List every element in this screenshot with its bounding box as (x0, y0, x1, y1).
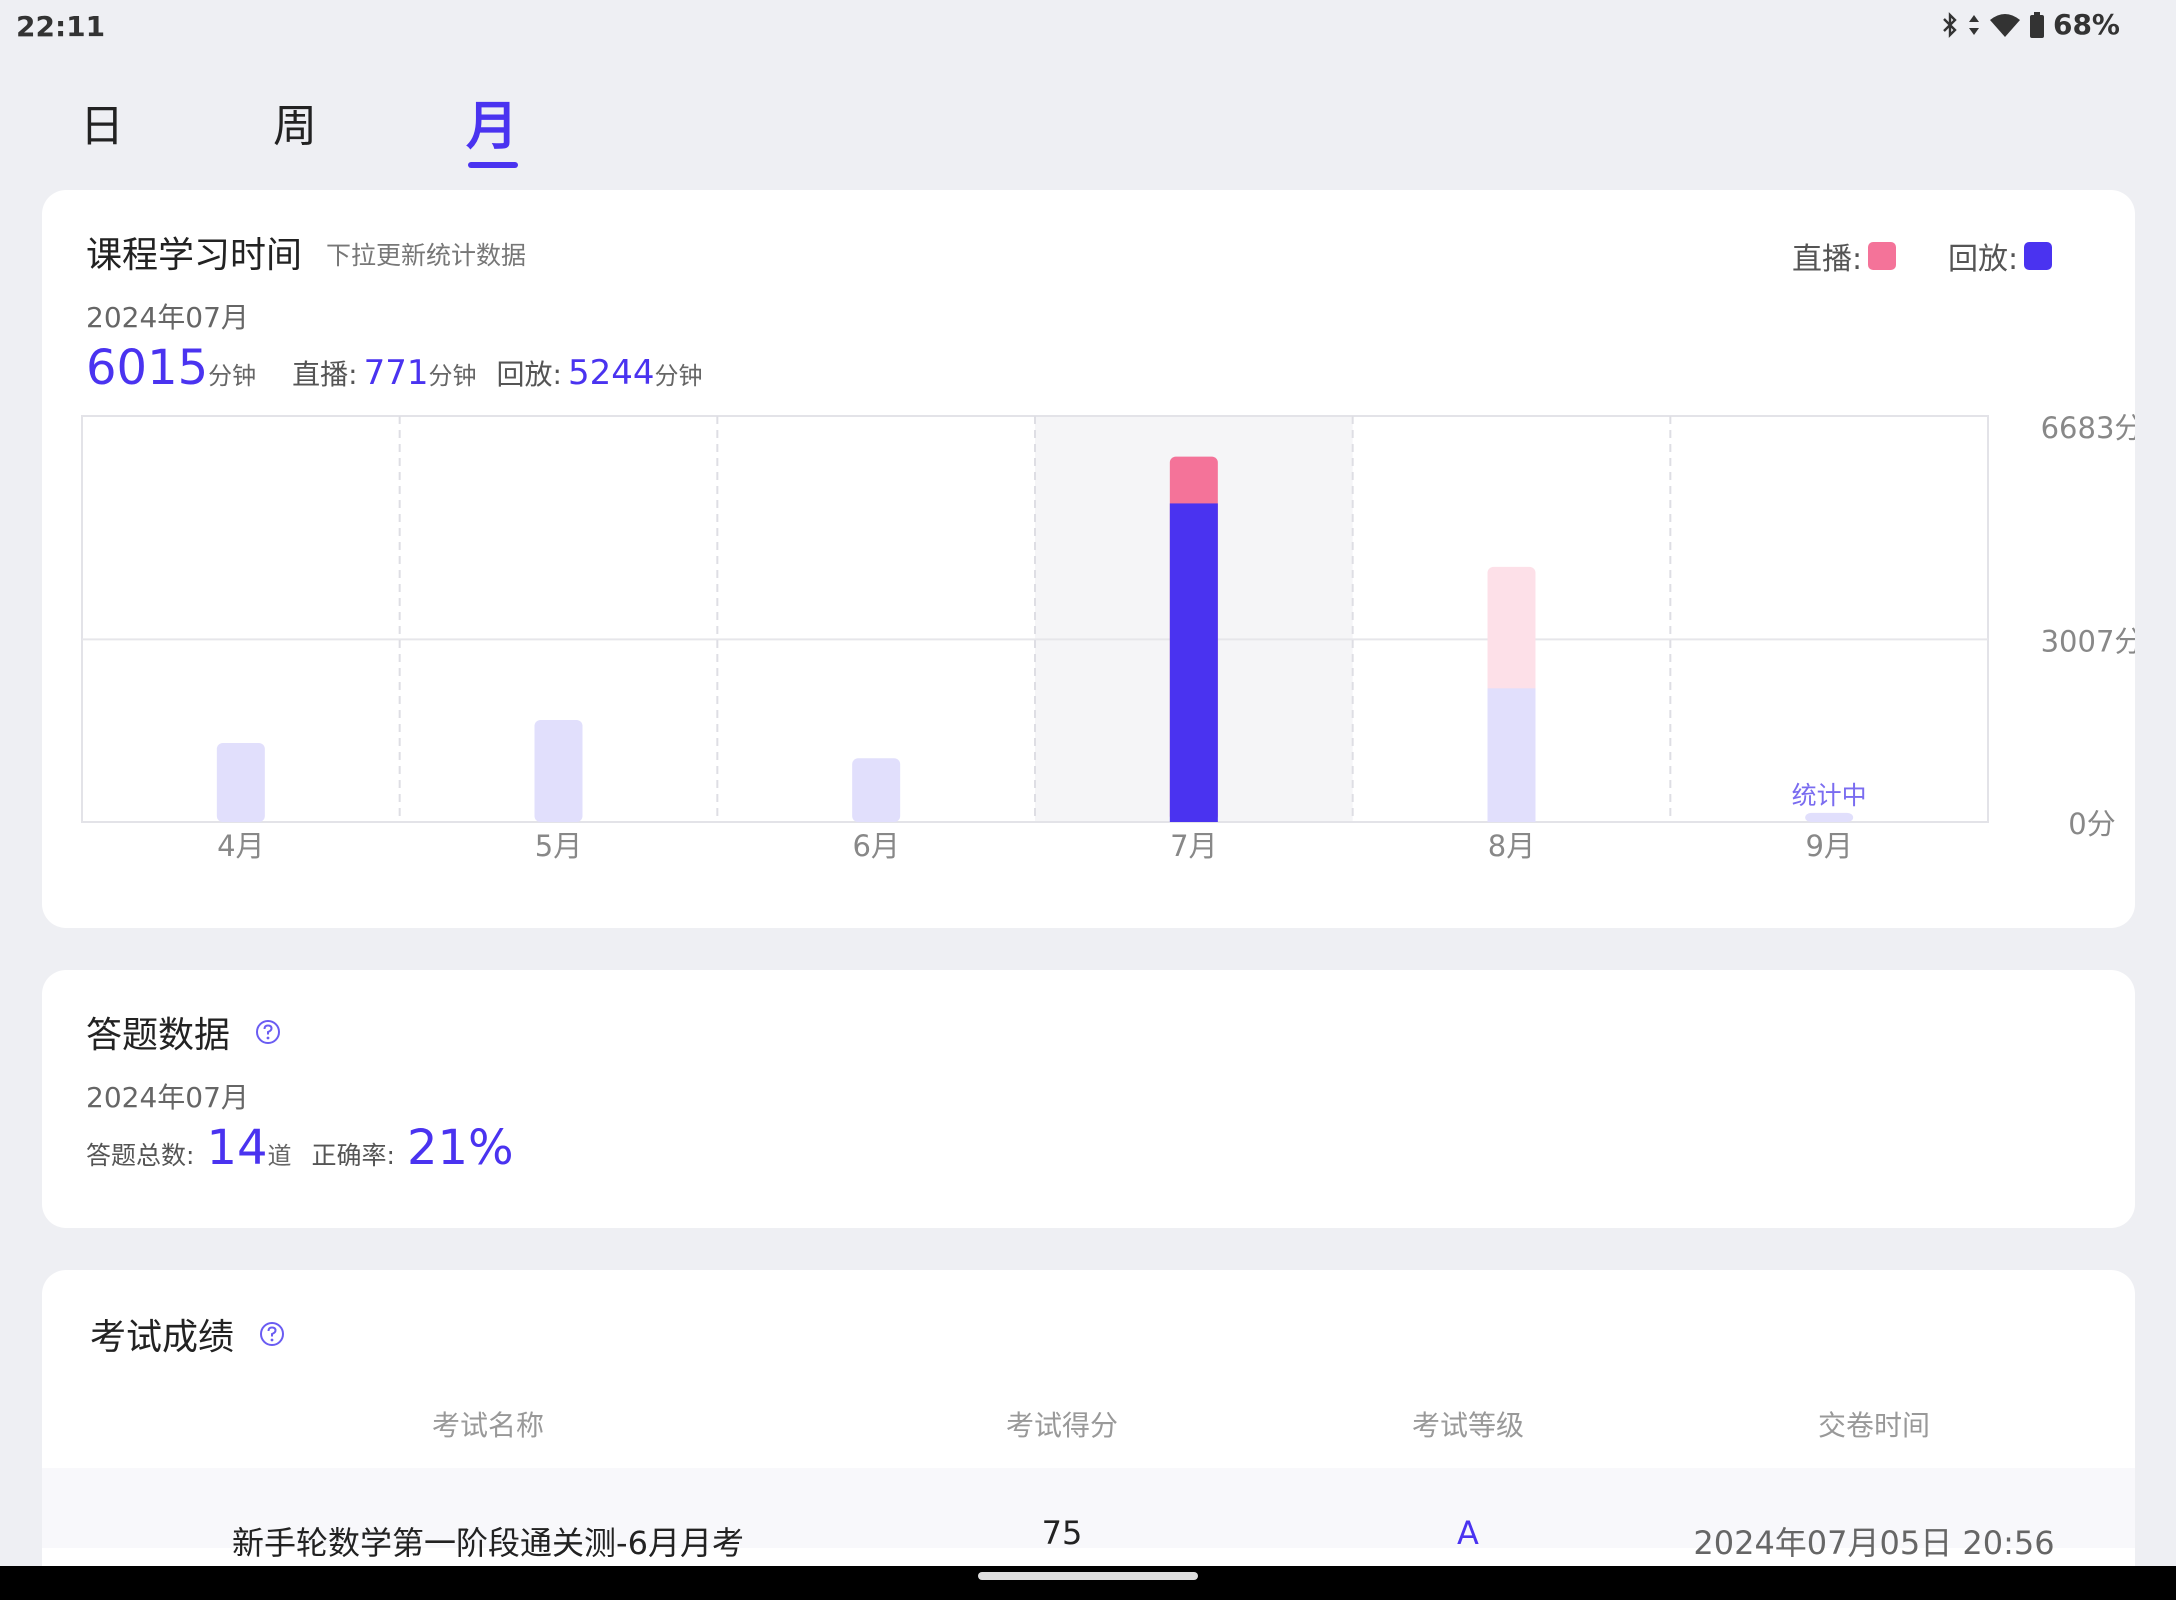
pending-annotation: 统计中 (1792, 781, 1867, 810)
study-time-card: 课程学习时间 下拉更新统计数据 直播: 回放: 2024年07月 6015 分钟… (42, 190, 2135, 928)
y-tick-label: 6683分 (2041, 411, 2135, 445)
x-tick-label: 9月 (1805, 829, 1852, 863)
exams-help-icon[interactable] (258, 1320, 286, 1352)
answers-accuracy-value: 21% (406, 1120, 514, 1176)
bar-replay (852, 758, 901, 822)
study-bar-chart[interactable]: 6683分 3007分 0分 4月 5月 6月 7月 8月 9月 统计中 (42, 190, 2135, 928)
bar-replay (216, 743, 265, 822)
x-tick-label: 6月 (852, 829, 899, 863)
bar-replay (1169, 503, 1218, 822)
x-tick-label: 7月 (1170, 829, 1217, 863)
col-header-name: 考试名称 (431, 1409, 544, 1442)
answers-total-label: 答题总数: (86, 1141, 195, 1170)
tab-day[interactable]: 日 (80, 90, 124, 154)
bar-replay (1805, 812, 1854, 822)
answers-date: 2024年07月 (86, 1081, 249, 1114)
exam-time-cell: 2024年07月05日 20:56 (1693, 1524, 2055, 1562)
answer-data-card: 答题数据 2024年07月 答题总数: 14 道 正确率: 21% (42, 970, 2135, 1228)
battery-icon (2029, 11, 2045, 39)
y-tick-label: 3007分 (2041, 624, 2135, 658)
x-tick-label: 8月 (1488, 829, 1535, 863)
wifi-icon (1989, 12, 2021, 38)
period-tabs: 日 周 月 (0, 80, 700, 180)
answers-help-icon[interactable] (254, 1018, 282, 1050)
tab-week[interactable]: 周 (273, 90, 317, 154)
answers-accuracy-label: 正确率: (311, 1141, 395, 1170)
exams-title: 考试成绩 (90, 1317, 235, 1358)
status-icons: 68% (1941, 8, 2120, 41)
x-tick-label: 5月 (535, 829, 582, 863)
tab-active-indicator (468, 162, 518, 168)
bar-replay (534, 719, 583, 822)
answers-total-value: 14 (206, 1120, 268, 1176)
exam-name-cell: 新手轮数学第一阶段通关测-6月月考 (232, 1524, 744, 1562)
battery-percent: 68% (2052, 8, 2120, 41)
tab-month[interactable]: 月 (466, 84, 518, 159)
bluetooth-icon (1941, 11, 1959, 38)
status-bar: 22:11 68% (0, 0, 2176, 52)
x-tick-label: 4月 (217, 829, 264, 863)
col-header-time: 交卷时间 (1817, 1409, 1930, 1442)
col-header-score: 考试得分 (1005, 1409, 1118, 1442)
bar-replay (1487, 688, 1536, 822)
home-gesture-handle[interactable] (978, 1572, 1198, 1580)
exam-scores-card: 考试成绩 考试名称 考试得分 考试等级 交卷时间 新手轮数学第一阶段通关测-6月… (42, 1270, 2135, 1600)
y-tick-label: 0分 (2068, 807, 2115, 841)
exam-grade-cell: A (1457, 1514, 1479, 1552)
data-arrows-icon (1967, 12, 1981, 38)
exam-score-cell: 75 (1041, 1514, 1083, 1552)
col-header-grade: 考试等级 (1411, 1409, 1524, 1442)
status-time: 22:11 (16, 10, 106, 43)
answers-title: 答题数据 (86, 1015, 231, 1056)
answers-stats: 答题总数: 14 道 正确率: 21% (86, 1120, 514, 1176)
answers-total-unit: 道 (267, 1142, 292, 1170)
